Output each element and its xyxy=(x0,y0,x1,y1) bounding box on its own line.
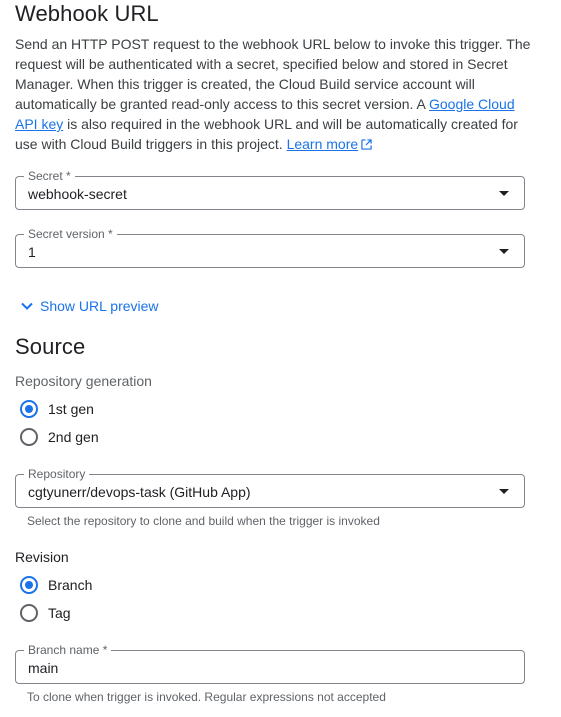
chevron-down-icon xyxy=(21,302,33,310)
radio-1st-gen-label: 1st gen xyxy=(48,401,94,417)
radio-unselected-icon xyxy=(20,428,38,446)
secret-select[interactable]: Secret * webhook-secret xyxy=(15,168,525,210)
dropdown-arrow-icon xyxy=(499,191,509,196)
radio-selected-icon xyxy=(20,576,38,594)
radio-branch[interactable]: Branch xyxy=(20,576,92,594)
learn-more-label: Learn more xyxy=(286,136,359,152)
secret-version-select[interactable]: Secret version * 1 xyxy=(15,226,525,268)
radio-branch-label: Branch xyxy=(48,577,93,593)
show-url-preview-button[interactable]: Show URL preview xyxy=(20,298,159,314)
dropdown-arrow-icon xyxy=(499,249,509,254)
source-heading: Source xyxy=(15,334,86,359)
repository-value: cgtyunerr/devops-task (GitHub App) xyxy=(28,484,251,500)
branch-name-value: main xyxy=(28,660,59,676)
branch-name-label: Branch name * xyxy=(24,642,112,658)
repository-select[interactable]: Repository cgtyunerr/devops-task (GitHub… xyxy=(15,466,525,508)
radio-unselected-icon xyxy=(20,604,38,622)
repository-label: Repository xyxy=(24,466,90,482)
branch-name-hint: To clone when trigger is invoked. Regula… xyxy=(27,690,386,704)
repository-hint: Select the repository to clone and build… xyxy=(27,514,380,528)
webhook-description-text-2: is also required in the webhook URL and … xyxy=(15,116,518,152)
radio-1st-gen[interactable]: 1st gen xyxy=(20,400,94,418)
radio-tag-label: Tag xyxy=(48,605,71,621)
repository-generation-label: Repository generation xyxy=(15,373,152,389)
radio-2nd-gen[interactable]: 2nd gen xyxy=(20,428,99,446)
webhook-url-heading: Webhook URL xyxy=(15,1,159,26)
show-url-preview-label: Show URL preview xyxy=(40,298,159,314)
radio-2nd-gen-label: 2nd gen xyxy=(48,429,99,445)
open-in-new-icon xyxy=(361,139,372,150)
webhook-description: Send an HTTP POST request to the webhook… xyxy=(15,34,535,154)
radio-tag[interactable]: Tag xyxy=(20,604,71,622)
radio-selected-icon xyxy=(20,400,38,418)
secret-version-value: 1 xyxy=(28,244,36,260)
secret-value: webhook-secret xyxy=(28,186,127,202)
secret-version-label: Secret version * xyxy=(24,226,117,242)
learn-more-link[interactable]: Learn more xyxy=(287,136,359,152)
dropdown-arrow-icon xyxy=(499,489,509,494)
branch-name-input[interactable]: Branch name * main xyxy=(15,642,525,684)
revision-label: Revision xyxy=(15,549,69,565)
secret-label: Secret * xyxy=(24,168,75,184)
